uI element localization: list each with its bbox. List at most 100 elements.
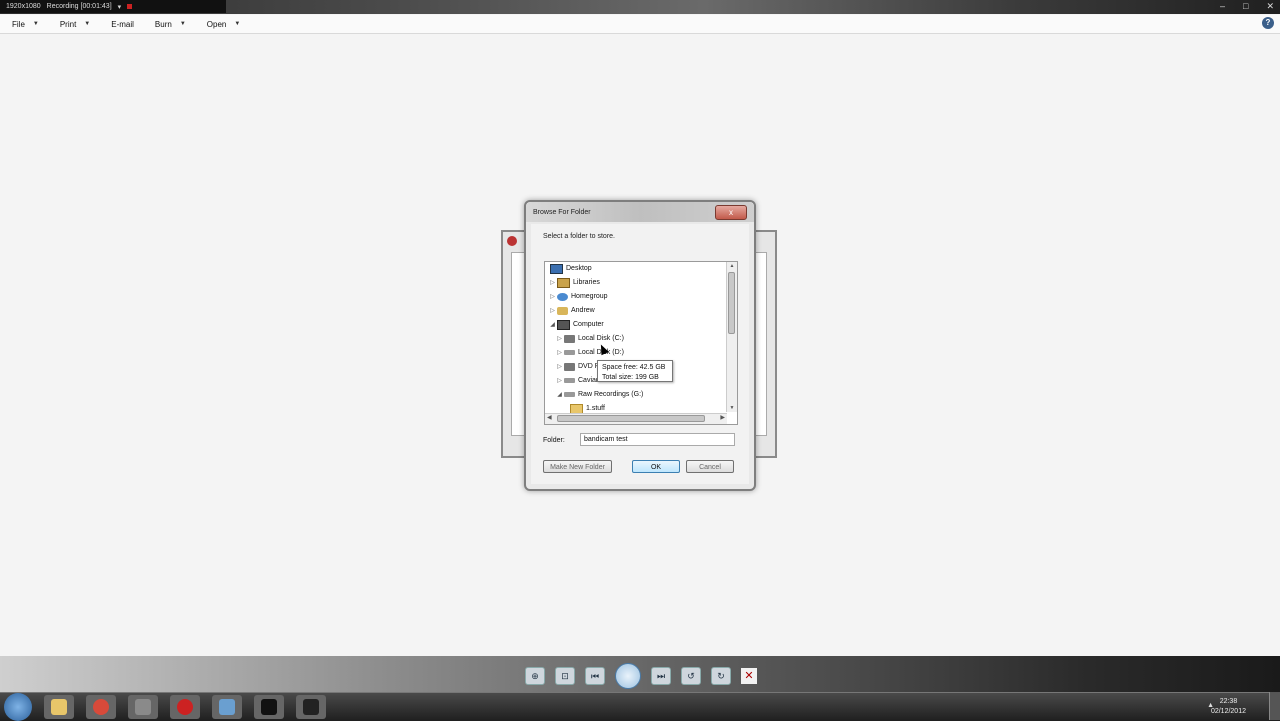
tree-item-homegroup[interactable]: ▷ Homegroup [549, 290, 608, 303]
make-new-folder-button[interactable]: Make New Folder [543, 460, 612, 473]
instruction-text: Select a folder to store. [543, 233, 615, 240]
cancel-button[interactable]: Cancel [686, 460, 734, 473]
tree-item-label: Andrew [571, 307, 595, 314]
computer-icon [557, 319, 570, 330]
folder-label: Folder: [543, 437, 565, 444]
taskbar-window[interactable] [296, 695, 326, 719]
tree-item-label: 1.stuff [586, 405, 605, 412]
folder-input[interactable]: bandicam test [580, 433, 735, 446]
help-icon[interactable]: ? [1262, 17, 1274, 29]
collapse-arrow-icon[interactable]: ◢ [556, 391, 563, 398]
homegroup-icon [557, 292, 568, 301]
drive-icon [564, 350, 575, 355]
menu-burn[interactable]: Burn ▼ [143, 20, 195, 29]
maximize-button[interactable]: □ [1243, 1, 1248, 12]
close-window-button[interactable]: ✕ [1266, 1, 1274, 12]
recording-status: Recording [00:01:43] [46, 3, 112, 10]
photo-viewer-icon [219, 699, 235, 715]
record-icon [177, 699, 193, 715]
rotate-left-icon[interactable]: ↺ [681, 667, 701, 685]
tree-item-label: Desktop [566, 265, 592, 272]
scroll-thumb[interactable] [728, 272, 735, 334]
menu-open-label: Open [206, 19, 227, 29]
resolution-text: 1920x1080 [6, 3, 41, 10]
taskbar-explorer[interactable] [44, 695, 74, 719]
taskbar-terminal[interactable] [254, 695, 284, 719]
menu-burn-label: Burn [154, 19, 172, 29]
folder-icon [570, 403, 583, 414]
tree-item-dvd[interactable]: ▷ DVD R [556, 360, 600, 373]
scroll-up-icon[interactable]: ▲ [728, 263, 736, 269]
expand-arrow-icon[interactable]: ▷ [549, 307, 556, 314]
taskbar-photo-viewer[interactable] [212, 695, 242, 719]
chevron-down-icon: ▼ [32, 21, 39, 27]
menu-email[interactable]: E-mail [99, 20, 143, 29]
show-desktop-button[interactable] [1269, 692, 1280, 720]
ok-button[interactable]: OK [632, 460, 680, 473]
menu-bar: File ▼ Print ▼ E-mail Burn ▼ Open ▼ ? [0, 15, 1280, 34]
menu-file[interactable]: File ▼ [0, 20, 48, 29]
start-button[interactable] [4, 693, 32, 721]
tree-item-computer[interactable]: ◢ Computer [549, 318, 604, 331]
folder-tree[interactable]: Desktop ▷ Libraries ▷ Homegroup ▷ Andrew… [544, 261, 738, 425]
taskbar-bandicam[interactable] [170, 695, 200, 719]
scroll-thumb[interactable] [557, 415, 705, 422]
expand-arrow-icon[interactable]: ▷ [556, 363, 563, 370]
expand-arrow-icon[interactable]: ▷ [549, 279, 556, 286]
clock-time: 22:38 [1219, 698, 1238, 705]
menu-print[interactable]: Print ▼ [48, 20, 99, 29]
camera-icon[interactable]: ▾ [118, 3, 122, 11]
minimize-button[interactable]: – [1220, 1, 1225, 12]
tree-item-label: Raw Recordings (G:) [578, 391, 644, 398]
dvd-icon [564, 362, 575, 371]
slideshow-icon[interactable] [615, 663, 641, 689]
window-icon [303, 699, 319, 715]
tree-item-local-disk-c[interactable]: ▷ Local Disk (C:) [556, 332, 624, 345]
menu-file-label: File [12, 19, 25, 29]
menu-email-label: E-mail [111, 19, 134, 29]
fit-icon[interactable]: ⊡ [555, 667, 575, 685]
dialog-close-button[interactable]: x [715, 205, 747, 220]
scroll-right-icon[interactable]: ▶ [720, 414, 725, 421]
tree-item-local-disk-d[interactable]: ▷ Local Disk (D:) [556, 346, 624, 359]
recorder-bar: 1920x1080 Recording [00:01:43] ▾ [0, 0, 226, 13]
tree-item-libraries[interactable]: ▷ Libraries [549, 276, 600, 289]
menu-open[interactable]: Open ▼ [195, 20, 250, 29]
vertical-scrollbar[interactable]: ▲ ▼ [726, 262, 737, 412]
clock-date: 02/12/2012 [1210, 708, 1246, 715]
tree-item-desktop[interactable]: Desktop [549, 262, 592, 275]
browse-folder-dialog: Browse For Folder x Select a folder to s… [524, 200, 756, 491]
tree-item-caviar[interactable]: ▷ Caviar [556, 374, 598, 387]
expand-arrow-icon[interactable]: ▷ [556, 335, 563, 342]
user-folder-icon [557, 306, 568, 315]
rotate-right-icon[interactable]: ↻ [711, 667, 731, 685]
scroll-left-icon[interactable]: ◀ [547, 414, 552, 421]
chrome-icon [93, 699, 109, 715]
tree-item-raw-recordings[interactable]: ◢ Raw Recordings (G:) [556, 388, 643, 401]
expand-arrow-icon[interactable]: ▷ [556, 349, 563, 356]
taskbar [0, 692, 1280, 721]
delete-icon[interactable]: ✕ [741, 668, 757, 684]
expand-arrow-icon[interactable]: ▷ [549, 293, 556, 300]
app-icon [135, 699, 151, 715]
folder-icon [51, 699, 67, 715]
expand-arrow-icon[interactable]: ▷ [556, 377, 563, 384]
zoom-icon[interactable]: ⊕ [525, 667, 545, 685]
drive-icon [564, 378, 575, 383]
collapse-arrow-icon[interactable]: ◢ [549, 321, 556, 328]
viewer-controls: ⊕ ⊡ ⏮ ⏭ ↺ ↻ ✕ [525, 663, 757, 689]
tooltip-space-free: Space free: 42.5 GB [602, 364, 666, 371]
previous-icon[interactable]: ⏮ [585, 667, 605, 685]
next-icon[interactable]: ⏭ [651, 667, 671, 685]
horizontal-scrollbar[interactable]: ◀ ▶ [545, 413, 727, 424]
window-controls: – □ ✕ [1220, 1, 1274, 12]
taskbar-app[interactable] [128, 695, 158, 719]
clock[interactable]: 22:38 02/12/2012 [1211, 697, 1246, 717]
drive-info-tooltip: Space free: 42.5 GB Total size: 199 GB [597, 360, 673, 382]
tree-item-label: Homegroup [571, 293, 608, 300]
tree-item-label: Libraries [573, 279, 600, 286]
scroll-down-icon[interactable]: ▼ [728, 405, 736, 411]
record-stop-icon[interactable] [127, 4, 133, 9]
taskbar-chrome[interactable] [86, 695, 116, 719]
tree-item-andrew[interactable]: ▷ Andrew [549, 304, 595, 317]
